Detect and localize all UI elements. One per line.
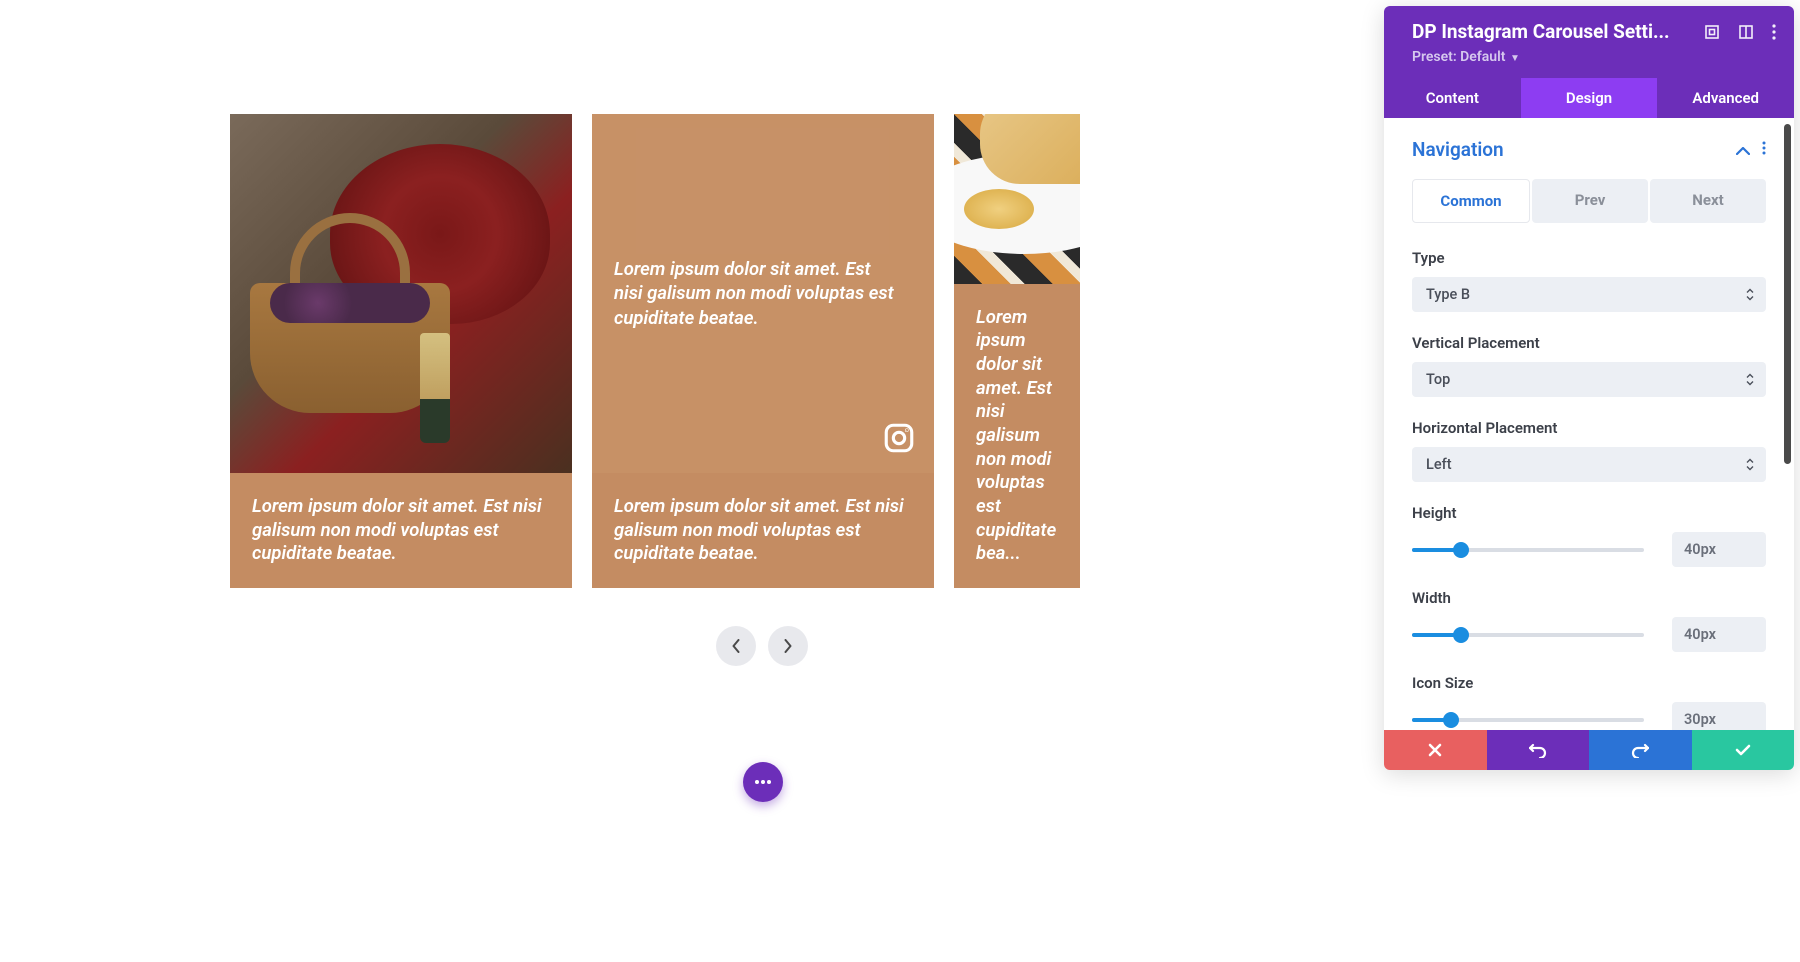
more-icon[interactable] xyxy=(1772,24,1776,40)
instagram-carousel: Lorem ipsum dolor sit amet. Est nisi gal… xyxy=(230,114,1080,588)
next-button[interactable] xyxy=(768,626,808,666)
overlay-text: Lorem ipsum dolor sit amet. Est nisi gal… xyxy=(614,257,912,329)
module-settings-panel: DP Instagram Carousel Setti... xyxy=(1384,6,1794,770)
chevron-down-icon: ▼ xyxy=(1507,53,1519,64)
preset-dropdown[interactable]: Preset: Default ▼ xyxy=(1412,49,1776,65)
vertical-placement-select[interactable]: Top xyxy=(1412,362,1766,397)
slider-thumb[interactable] xyxy=(1453,542,1469,558)
field-label: Icon Size xyxy=(1412,674,1766,692)
card-image xyxy=(230,114,572,473)
field-type: Type Type B xyxy=(1412,249,1766,312)
slider-thumb[interactable] xyxy=(1453,627,1469,643)
panel-footer xyxy=(1384,730,1794,770)
carousel-card[interactable]: Lorem ipsum dolor sit amet. Est nisi gal… xyxy=(592,114,934,588)
horizontal-placement-select[interactable]: Left xyxy=(1412,447,1766,482)
icon-size-slider[interactable] xyxy=(1412,718,1644,722)
carousel-card[interactable]: Lorem ipsum dolor sit amet. Est nisi gal… xyxy=(954,114,1080,588)
field-label: Type xyxy=(1412,249,1766,267)
cancel-button[interactable] xyxy=(1384,730,1487,770)
carousel-card[interactable]: Lorem ipsum dolor sit amet. Est nisi gal… xyxy=(230,114,572,588)
tab-advanced[interactable]: Advanced xyxy=(1657,78,1794,118)
card-image xyxy=(954,114,1080,284)
panel-header[interactable]: DP Instagram Carousel Setti... xyxy=(1384,6,1794,78)
subtab-common[interactable]: Common xyxy=(1412,179,1530,223)
save-button[interactable] xyxy=(1692,730,1795,770)
section-header[interactable]: Navigation xyxy=(1412,138,1766,161)
height-input[interactable] xyxy=(1672,532,1766,567)
field-horizontal-placement: Horizontal Placement Left xyxy=(1412,419,1766,482)
expand-icon[interactable] xyxy=(1704,24,1720,40)
carousel-nav xyxy=(716,626,808,666)
subtab-prev[interactable]: Prev xyxy=(1532,179,1648,223)
panel-body: Navigation Common Prev Next xyxy=(1384,118,1794,730)
height-slider[interactable] xyxy=(1412,548,1644,552)
field-vertical-placement: Vertical Placement Top xyxy=(1412,334,1766,397)
tab-design[interactable]: Design xyxy=(1521,78,1658,118)
field-width: Width xyxy=(1412,589,1766,652)
card-caption: Lorem ipsum dolor sit amet. Est nisi gal… xyxy=(592,473,934,588)
panel-tabs: Content Design Advanced xyxy=(1384,78,1794,118)
prev-button[interactable] xyxy=(716,626,756,666)
undo-button[interactable] xyxy=(1487,730,1590,770)
field-label: Vertical Placement xyxy=(1412,334,1766,352)
preset-label: Preset: Default xyxy=(1412,49,1505,65)
builder-fab-button[interactable] xyxy=(743,762,783,802)
redo-button[interactable] xyxy=(1589,730,1692,770)
panel-title: DP Instagram Carousel Setti... xyxy=(1412,20,1670,43)
slider-thumb[interactable] xyxy=(1443,712,1459,728)
instagram-icon[interactable] xyxy=(882,421,916,455)
scrollbar-thumb[interactable] xyxy=(1784,124,1791,464)
sub-tabs: Common Prev Next xyxy=(1412,179,1766,223)
field-height: Height xyxy=(1412,504,1766,567)
card-caption: Lorem ipsum dolor sit amet. Est nisi gal… xyxy=(230,473,572,588)
type-select[interactable]: Type B xyxy=(1412,277,1766,312)
field-icon-size: Icon Size xyxy=(1412,674,1766,730)
icon-size-input[interactable] xyxy=(1672,702,1766,730)
width-slider[interactable] xyxy=(1412,633,1644,637)
subtab-next[interactable]: Next xyxy=(1650,179,1766,223)
chevron-up-icon[interactable] xyxy=(1736,140,1750,159)
snap-layout-icon[interactable] xyxy=(1738,24,1754,40)
card-caption: Lorem ipsum dolor sit amet. Est nisi gal… xyxy=(954,284,1080,588)
section-title: Navigation xyxy=(1412,138,1504,161)
field-label: Height xyxy=(1412,504,1766,522)
canvas-area: Lorem ipsum dolor sit amet. Est nisi gal… xyxy=(0,0,1078,962)
section-more-icon[interactable] xyxy=(1762,140,1766,159)
width-input[interactable] xyxy=(1672,617,1766,652)
card-image: Lorem ipsum dolor sit amet. Est nisi gal… xyxy=(592,114,934,473)
field-label: Horizontal Placement xyxy=(1412,419,1766,437)
tab-content[interactable]: Content xyxy=(1384,78,1521,118)
card-hover-overlay: Lorem ipsum dolor sit amet. Est nisi gal… xyxy=(592,114,934,473)
field-label: Width xyxy=(1412,589,1766,607)
